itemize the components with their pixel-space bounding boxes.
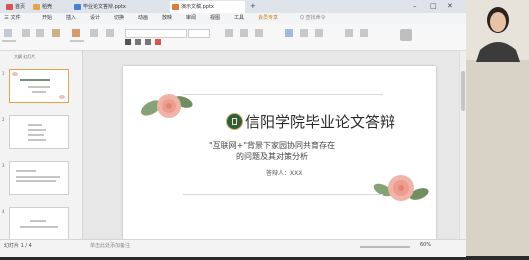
- thumb-line: [16, 180, 56, 182]
- tab-label: 毕业论文答辩.pptx: [83, 4, 126, 10]
- slide-number: 2: [2, 117, 5, 122]
- thumb-line: [28, 129, 46, 131]
- frame-line: [183, 94, 383, 95]
- menu-bar: 三 文件 开始 插入 设计 切换 动画 放映 审阅 视图 工具 会员专享 Q 查…: [0, 13, 466, 24]
- tab-document[interactable]: 毕业论文答辩.pptx: [72, 1, 164, 13]
- tab-label: 首页: [15, 4, 26, 10]
- presenter-video: [466, 0, 529, 256]
- slide-presenter[interactable]: 答辩人：XXX: [266, 170, 302, 178]
- notes-placeholder[interactable]: 单击此处添加备注: [90, 242, 130, 249]
- arrange-icon[interactable]: [315, 29, 323, 37]
- menu-file[interactable]: 三 文件: [4, 13, 21, 24]
- menu-slideshow[interactable]: 放映: [162, 13, 172, 24]
- slide-thumbnail-1[interactable]: [9, 69, 69, 103]
- ribbon-label: [2, 40, 16, 42]
- ribbon-label: [70, 40, 84, 42]
- thumb-line: [16, 176, 60, 178]
- new-slide-icon[interactable]: [72, 29, 80, 37]
- floral-decoration-bottom-right: [373, 175, 429, 201]
- slide-number: 1: [2, 71, 5, 76]
- thumb-line: [16, 170, 36, 172]
- align-icon[interactable]: [255, 29, 263, 37]
- shapes-icon[interactable]: [300, 29, 308, 37]
- menu-tools[interactable]: 工具: [234, 13, 244, 24]
- webcam-video-overlay: [466, 0, 529, 256]
- numbered-list-icon[interactable]: [240, 29, 248, 37]
- thumb-line: [28, 139, 46, 141]
- ppt-icon: [172, 4, 179, 10]
- thumb-line: [30, 220, 46, 222]
- font-color-icon[interactable]: [155, 39, 161, 45]
- tab-home[interactable]: 首页: [4, 1, 30, 13]
- thumb-line: [20, 79, 50, 81]
- textbox-icon[interactable]: [285, 29, 293, 37]
- slide-number: 3: [2, 163, 5, 168]
- bold-icon[interactable]: [125, 39, 131, 45]
- slide-1[interactable]: 信阳学院毕业论文答辩 "互联网+"背景下家园协同共育存在 的问题及其对策分析 答…: [123, 66, 436, 242]
- frame-line: [183, 194, 383, 195]
- thumb-line: [32, 91, 46, 93]
- font-family-select[interactable]: [125, 29, 187, 38]
- add-tab-icon[interactable]: +: [250, 2, 256, 11]
- floral-decoration-top-left: [141, 94, 193, 118]
- search-command[interactable]: Q 查找命令: [300, 13, 326, 24]
- menu-home[interactable]: 开始: [42, 13, 52, 24]
- rose-icon: [59, 95, 65, 99]
- minimize-icon[interactable]: –: [413, 2, 417, 11]
- status-bar: 幻灯片 1 / 4 单击此处添加备注 60%: [0, 239, 466, 257]
- zoom-level[interactable]: 60%: [420, 242, 431, 248]
- play-slideshow-icon[interactable]: [400, 29, 412, 41]
- paste-icon[interactable]: [4, 29, 12, 37]
- title-bar: 首页 稻壳 毕业论文答辩.pptx 演示文稿.pptx + – □ ✕: [0, 0, 466, 13]
- thumb-line: [20, 226, 58, 228]
- thumb-line: [28, 134, 44, 136]
- panel-tabs[interactable]: 大纲 幻灯片: [14, 54, 35, 60]
- tab-label: 演示文稿.pptx: [181, 4, 214, 10]
- slide-subtitle-line2[interactable]: 的问题及其对策分析: [236, 152, 308, 162]
- doc-icon: [74, 4, 81, 10]
- copy-icon[interactable]: [36, 29, 44, 37]
- tab-docer[interactable]: 稻壳: [31, 1, 71, 13]
- bullet-list-icon[interactable]: [225, 29, 233, 37]
- slide-thumbnail-3[interactable]: [9, 161, 69, 195]
- scrollbar-thumb[interactable]: [461, 71, 465, 111]
- underline-icon[interactable]: [145, 39, 151, 45]
- font-size-select[interactable]: [188, 29, 210, 38]
- thumb-line: [28, 86, 50, 88]
- layout-icon[interactable]: [90, 29, 98, 37]
- cut-icon[interactable]: [22, 29, 30, 37]
- close-icon[interactable]: ✕: [447, 2, 453, 11]
- slide-title[interactable]: 信阳学院毕业论文答辩: [245, 113, 395, 131]
- menu-member[interactable]: 会员专享: [258, 13, 278, 24]
- slide-subtitle-line1[interactable]: "互联网+"背景下家园协同共育存在: [209, 141, 335, 151]
- format-painter-icon[interactable]: [52, 29, 60, 37]
- rose-icon: [12, 72, 18, 76]
- tab-presentation[interactable]: 演示文稿.pptx: [170, 1, 245, 13]
- maximize-icon[interactable]: □: [430, 2, 437, 11]
- slide-thumbnail-4[interactable]: [9, 207, 69, 241]
- menu-transition[interactable]: 切换: [114, 13, 124, 24]
- thumb-line: [28, 124, 42, 126]
- menu-insert[interactable]: 插入: [66, 13, 76, 24]
- university-emblem-icon: [226, 113, 243, 130]
- menu-review[interactable]: 审阅: [186, 13, 196, 24]
- ribbon-toolbar: [0, 24, 466, 51]
- reset-icon[interactable]: [106, 29, 114, 37]
- zoom-slider[interactable]: [360, 246, 410, 248]
- slide-counter: 幻灯片 1 / 4: [4, 243, 32, 249]
- slide-thumbnail-panel: 大纲 幻灯片 1 2 3 4: [0, 51, 83, 241]
- slide-canvas[interactable]: 信阳学院毕业论文答辩 "互联网+"背景下家园协同共育存在 的问题及其对策分析 答…: [83, 51, 459, 242]
- emblem-glyph: [232, 118, 237, 125]
- docer-icon: [33, 4, 40, 10]
- slide-number: 4: [2, 209, 5, 214]
- menu-design[interactable]: 设计: [90, 13, 100, 24]
- tab-label: 稻壳: [42, 4, 53, 10]
- find-icon[interactable]: [345, 29, 353, 37]
- home-icon: [6, 4, 13, 10]
- select-icon[interactable]: [360, 29, 368, 37]
- italic-icon[interactable]: [135, 39, 141, 45]
- menu-animation[interactable]: 动画: [138, 13, 148, 24]
- slide-thumbnail-2[interactable]: [9, 115, 69, 149]
- menu-view[interactable]: 视图: [210, 13, 220, 24]
